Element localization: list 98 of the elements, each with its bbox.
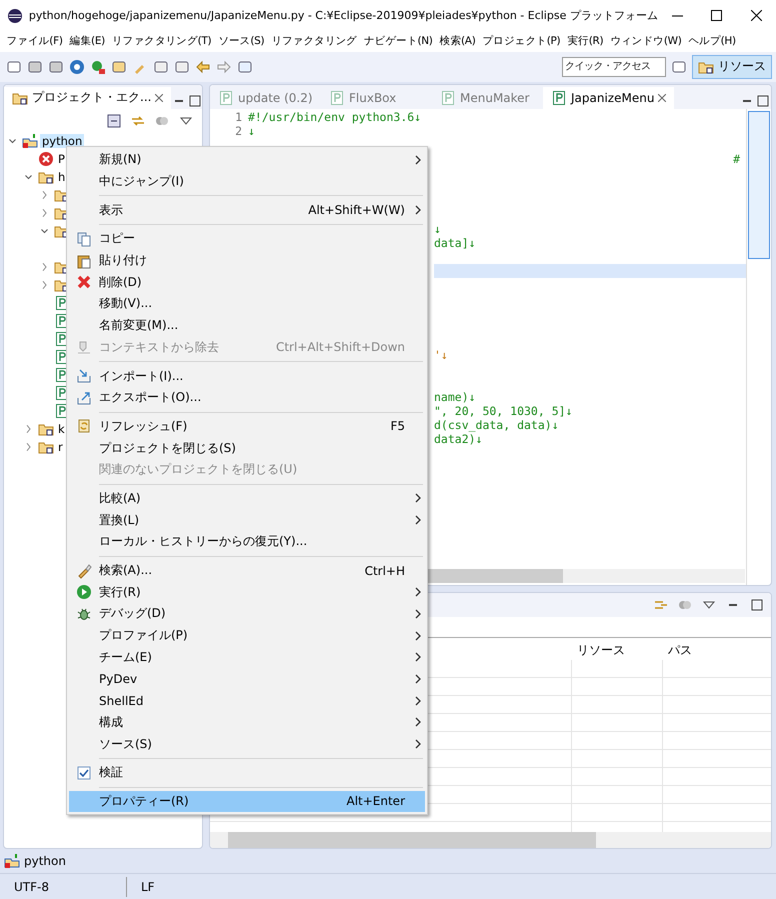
context-menu-item[interactable]: 移動(V)...	[69, 293, 425, 315]
python-file-icon	[551, 90, 567, 106]
context-menu-item[interactable]: デバッグ(D)	[69, 603, 425, 625]
menu-item[interactable]: リファクタリング(T)	[108, 34, 215, 48]
menu-item[interactable]: プロジェクト(P)	[479, 34, 564, 48]
line-number: 1	[234, 110, 243, 124]
horizontal-scrollbar[interactable]	[210, 832, 771, 848]
line-delimiter-label: LF	[140, 880, 156, 894]
code-text: ", 20, 50, 1030, 5]↓	[434, 404, 572, 418]
context-menu-item[interactable]: 削除(D)	[69, 271, 425, 294]
context-menu-item[interactable]: エクスポート(O)...	[69, 386, 425, 409]
checkbox-icon[interactable]	[76, 764, 92, 781]
maximize-icon[interactable]	[187, 92, 202, 109]
eclipse-logo-icon	[6, 8, 23, 24]
context-menu-item[interactable]: プロジェクトを閉じる(S)	[69, 437, 425, 459]
menu-item[interactable]: ヘルプ(H)	[685, 34, 740, 48]
tree-item-label[interactable]: h	[56, 170, 68, 184]
context-menu-item[interactable]: ローカル・ヒストリーからの復元(Y)...	[69, 531, 425, 553]
perspective-button[interactable]: リソース	[692, 54, 772, 79]
context-menu-item[interactable]: 検索(A)... Ctrl+H	[69, 560, 425, 582]
project-icon	[4, 853, 20, 870]
back-icon[interactable]	[195, 58, 211, 75]
refresh-icon	[76, 418, 92, 434]
code-text: name)↓	[434, 390, 476, 404]
encoding-label: UTF-8	[13, 880, 50, 894]
quick-access-field[interactable]: クイック・アクセス	[562, 56, 666, 77]
maximize-icon[interactable]	[755, 92, 771, 109]
close-icon[interactable]	[155, 94, 164, 102]
collapse-all-icon[interactable]	[106, 112, 122, 129]
selected-resource: python	[24, 854, 66, 868]
error-icon	[38, 150, 54, 167]
remove-icon	[76, 339, 92, 356]
editor-tab[interactable]: update (0.2)	[210, 86, 321, 109]
column-header[interactable]: リソース	[571, 638, 662, 659]
code-text: ↓	[248, 124, 255, 138]
context-menu-item[interactable]: ShellEd	[69, 690, 425, 712]
tree-item-label[interactable]: python	[40, 134, 84, 148]
context-menu-item[interactable]: PyDev	[69, 668, 425, 690]
menu-item[interactable]: 検索(A)	[436, 34, 479, 48]
import-icon	[76, 368, 92, 384]
context-menu-item[interactable]: 貼り付け	[69, 250, 425, 272]
maximize-icon	[711, 10, 722, 21]
code-text: d(csv_data, data)↓	[434, 418, 559, 432]
copy-icon	[76, 230, 92, 247]
context-menu-item[interactable]: チーム(E)	[69, 646, 425, 668]
context-menu-item[interactable]: コピー	[69, 228, 425, 250]
project-icon	[22, 132, 38, 149]
context-menu-item[interactable]: 新規(N)	[69, 149, 425, 171]
python-file-icon	[440, 90, 456, 106]
context-menu-item[interactable]: 検証	[69, 762, 425, 784]
minimize-icon	[672, 14, 684, 16]
line-number: 2	[234, 124, 243, 138]
context-menu-item[interactable]: 構成	[69, 712, 425, 734]
context-menu-item[interactable]: リフレッシュ(F) F5	[69, 416, 425, 438]
context-menu-item[interactable]: プロパティー(R) Alt+Enter	[69, 790, 425, 812]
menu-item[interactable]: ファイル(F)	[3, 34, 66, 48]
context-menu-item[interactable]: インポート(I)...	[69, 365, 425, 387]
delete-icon	[76, 274, 92, 290]
context-menu-item[interactable]: 置換(L)	[69, 509, 425, 531]
python-file-icon	[218, 90, 234, 106]
run-icon	[76, 584, 92, 600]
clipboard-icon	[76, 252, 92, 269]
menu-item[interactable]: 実行(R)	[564, 34, 607, 48]
context-menu-item[interactable]: 実行(R)	[69, 581, 425, 604]
code-text: #!/usr/bin/env python3.6↓	[248, 110, 422, 124]
scrollbar-thumb[interactable]	[748, 110, 770, 259]
editor-tab[interactable]: JapanizeMenu	[543, 86, 674, 109]
menu-item[interactable]: ウィンドウ(W)	[606, 34, 686, 48]
maximize-icon[interactable]	[749, 596, 765, 613]
code-text: #	[733, 152, 740, 166]
export-icon	[76, 390, 92, 406]
context-menu-item[interactable]: ソース(S)	[69, 733, 425, 755]
menu-item[interactable]: 編集(E)	[66, 34, 108, 48]
python-file-icon	[329, 90, 345, 106]
context-menu-item[interactable]: プロファイル(P)	[69, 624, 425, 646]
tree-item-label[interactable]: r	[56, 440, 65, 454]
code-text: ↓	[434, 222, 441, 236]
tree-item-label[interactable]: k	[56, 422, 67, 436]
tree-item-label[interactable]: P	[56, 152, 67, 166]
close-icon	[750, 10, 762, 21]
context-menu-item[interactable]: 比較(A)	[69, 488, 425, 510]
menu-item[interactable]: リファクタリング	[268, 34, 360, 48]
editor-tab[interactable]: MenuMaker	[432, 86, 543, 109]
context-menu-item[interactable]: 名前変更(M)...	[69, 314, 425, 336]
code-text: data]↓	[434, 236, 476, 250]
menu-item[interactable]: ナビゲート(N)	[360, 34, 436, 48]
settings-icon[interactable]	[69, 58, 85, 75]
code-text: data2)↓	[434, 432, 482, 446]
close-icon[interactable]	[658, 94, 666, 102]
context-menu-item[interactable]: 中にジャンプ(I)	[69, 170, 425, 192]
menu-item[interactable]: ソース(S)	[214, 34, 268, 48]
column-header[interactable]: パス	[662, 638, 771, 659]
window-title: python/hogehoge/japanizemenu/JapanizeMenu.py - C:¥Eclipse-201909¥pleiades¥python - Eclipse プラットフォーム	[28, 8, 658, 23]
context-menu-item[interactable]: 表示 Alt+Shift+W(W)	[69, 199, 425, 222]
code-text: '↓	[434, 348, 448, 362]
run-config-icon[interactable]	[90, 58, 106, 75]
editor-tab[interactable]: FluxBox	[321, 86, 432, 109]
view-tab[interactable]: プロジェクト・エク...	[4, 86, 172, 109]
